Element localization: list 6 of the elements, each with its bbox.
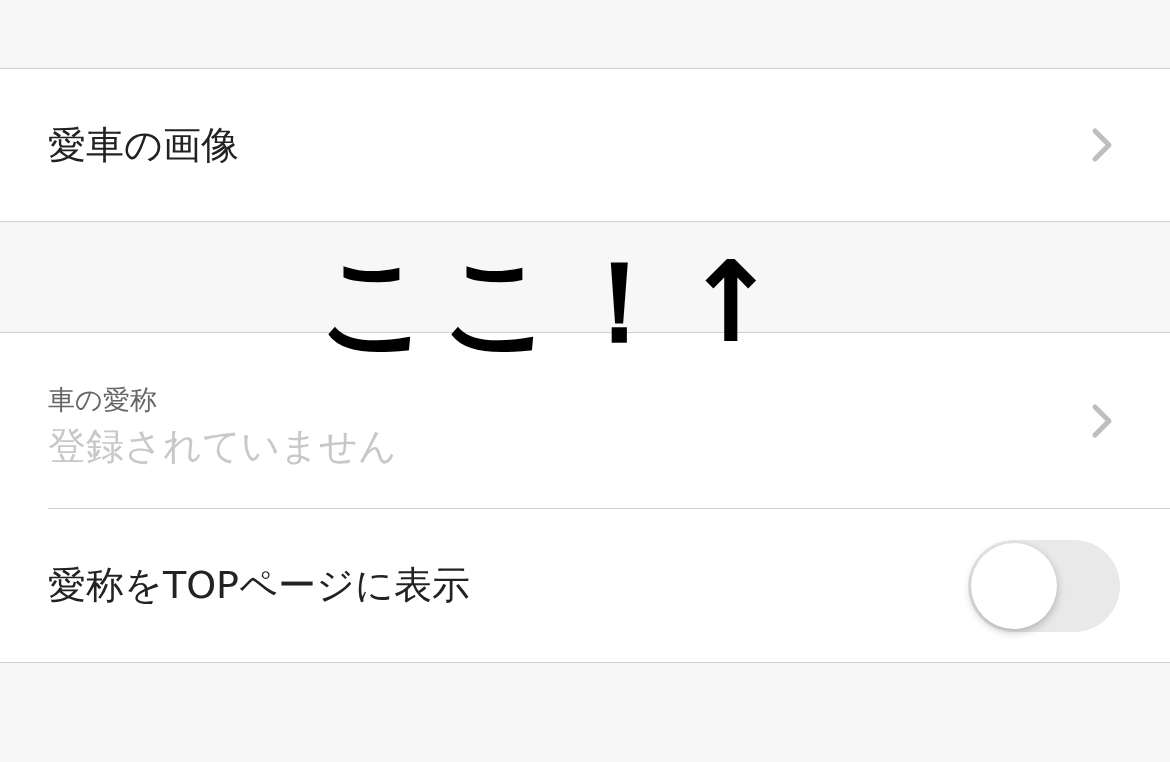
row-label: 愛車の画像: [48, 121, 240, 169]
chevron-icon: [1090, 127, 1114, 163]
row-label: 愛称をTOPページに表示: [48, 562, 472, 609]
handwritten-annotation: ここ！↑: [318, 236, 786, 369]
chevron-icon: [1090, 402, 1114, 439]
field-label: 車の愛称: [48, 382, 157, 417]
